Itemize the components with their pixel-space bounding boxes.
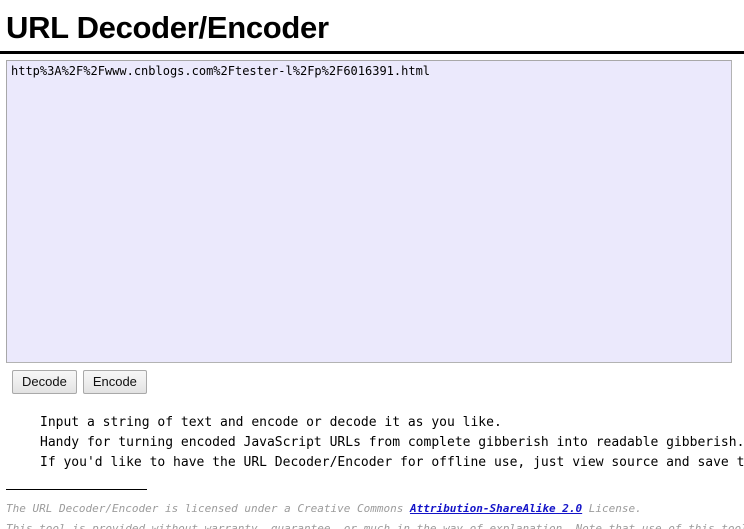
license-text-before: The URL Decoder/Encoder is licensed unde… [6, 501, 410, 515]
page-title: URL Decoder/Encoder [0, 0, 744, 54]
url-input-textarea[interactable]: http%3A%2F%2Fwww.cnblogs.com%2Ftester-l%… [6, 59, 732, 363]
footer-divider [6, 488, 147, 490]
action-button-row: Decode Encode [12, 369, 744, 394]
license-line: The URL Decoder/Encoder is licensed unde… [0, 499, 744, 519]
feature-list: Input a string of text and encode or dec… [0, 413, 744, 473]
list-item: If you'd like to have the URL Decoder/En… [40, 453, 744, 473]
list-item: Handy for turning encoded JavaScript URL… [40, 433, 744, 453]
url-decoder-encoder-page: URL Decoder/Encoder http%3A%2F%2Fwww.cnb… [0, 0, 744, 529]
list-item: Input a string of text and encode or dec… [40, 413, 744, 433]
license-text-after: License. [582, 501, 642, 515]
footer: The URL Decoder/Encoder is licensed unde… [0, 488, 744, 529]
decode-button[interactable]: Decode [12, 369, 77, 394]
encode-button[interactable]: Encode [82, 369, 147, 394]
encoder-form: http%3A%2F%2Fwww.cnblogs.com%2Ftester-l%… [0, 54, 744, 394]
disclaimer-line: This tool is provided without warranty, … [6, 521, 744, 529]
license-link[interactable]: Attribution-ShareAlike 2.0 [410, 502, 582, 515]
